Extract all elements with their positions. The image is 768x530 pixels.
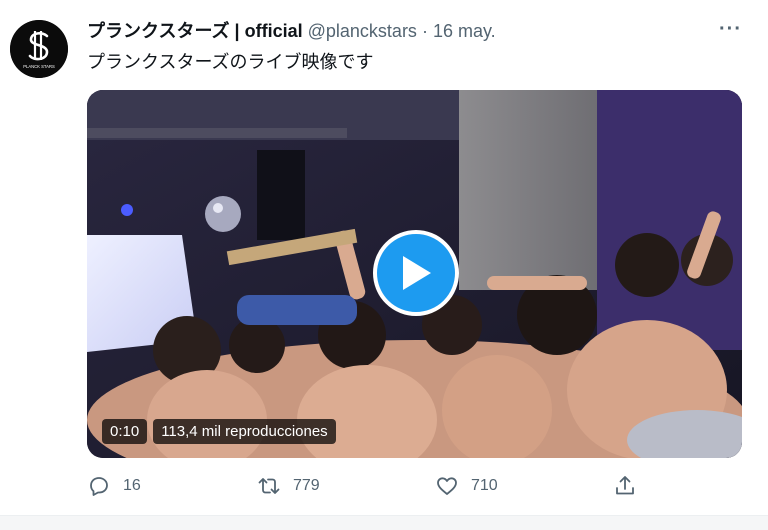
heart-icon [437,477,457,495]
reply-icon [90,477,108,496]
retweet-count: 779 [293,477,320,494]
tweet-text: プランクスターズのライブ映像です [87,52,374,72]
bottom-divider [0,515,768,530]
like-count: 710 [471,477,498,494]
retweet-button[interactable]: 779 [257,474,320,498]
share-button[interactable] [613,474,637,498]
reply-count: 16 [123,477,141,494]
video-badges: 0:10 113,4 mil reproducciones [102,419,336,444]
logo-text: PLANCK STARS [23,64,55,69]
tweet-date[interactable]: 16 may. [433,21,496,41]
play-icon [403,256,431,290]
display-name[interactable]: プランクスターズ | official [87,21,303,41]
planckstars-logo-icon: PLANCK STARS [10,20,68,78]
more-options-button[interactable]: ··· [719,18,742,41]
retweet-icon [258,478,280,494]
action-bar: 16 779 710 [87,474,647,504]
share-icon [616,476,634,495]
separator: · [421,21,428,41]
tweet-header: プランクスターズ | official @planckstars · 16 ma… [87,17,496,43]
view-count: 113,4 mil reproducciones [153,419,336,444]
like-button[interactable]: 710 [435,474,498,498]
handle[interactable]: @planckstars [308,21,417,41]
video-player[interactable]: 0:10 113,4 mil reproducciones [87,90,742,458]
tweet-card: PLANCK STARS プランクスターズ | official @planck… [0,0,768,530]
play-button[interactable] [373,230,459,316]
video-duration: 0:10 [102,419,148,444]
reply-button[interactable]: 16 [87,474,141,498]
avatar[interactable]: PLANCK STARS [10,20,68,78]
